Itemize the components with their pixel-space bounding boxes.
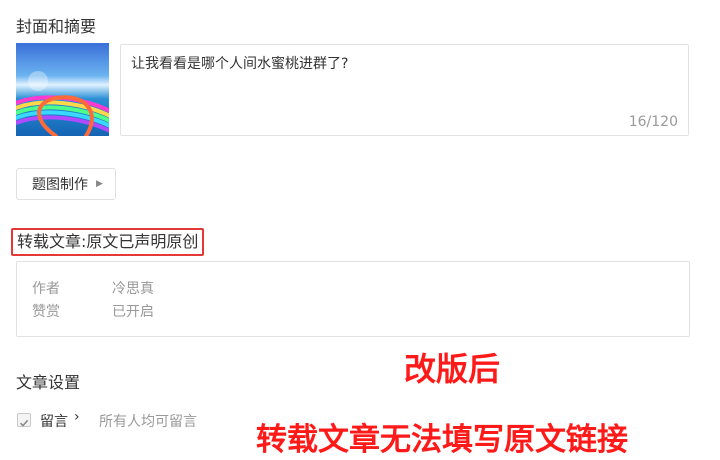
comment-label[interactable]: 留言	[40, 411, 68, 431]
info-value-reward: 已开启	[112, 304, 154, 320]
cover-maker-label: 题图制作	[32, 177, 88, 193]
annotation-no-link: 转载文章无法填写原文链接	[256, 422, 628, 458]
info-value-author: 冷思真	[112, 281, 154, 297]
comment-chevron-icon[interactable]: ›	[74, 409, 80, 425]
cover-section-title: 封面和摘要	[16, 17, 97, 36]
summary-input[interactable]: 让我看看是哪个人间水蜜桃进群了? 16/120	[120, 44, 689, 136]
cover-maker-button[interactable]: 题图制作 ▶	[16, 168, 116, 200]
comment-setting-value: 所有人均可留言	[99, 414, 197, 430]
summary-text: 让我看看是哪个人间水蜜桃进群了?	[131, 56, 349, 72]
repost-label: 转载文章:原文已声明原创	[11, 228, 205, 256]
info-key-author: 作者	[32, 281, 60, 297]
cover-image[interactable]	[16, 43, 109, 136]
repost-info-box: 作者 冷思真 赞赏 已开启	[16, 261, 690, 337]
check-icon	[19, 419, 29, 427]
comment-checkbox[interactable]	[17, 413, 31, 427]
chevron-right-icon: ▶	[96, 179, 103, 189]
info-key-reward: 赞赏	[32, 304, 60, 320]
repost-label-text: 转载文章:原文已声明原创	[17, 232, 199, 251]
annotation-revised: 改版后	[404, 350, 501, 388]
article-settings-title: 文章设置	[16, 373, 81, 392]
summary-char-count: 16/120	[628, 114, 678, 130]
